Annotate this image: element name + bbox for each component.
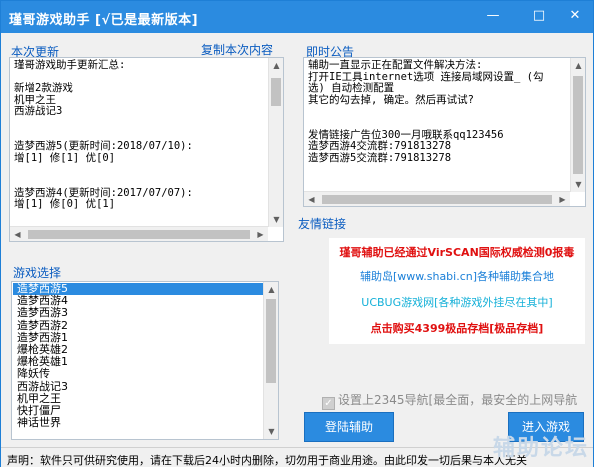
- login-button[interactable]: 登陆辅助: [304, 412, 394, 442]
- status-bar: 声明：软件只可供研究使用，请在下载后24小时内删除，切勿用于商业用途。由此印发一…: [1, 436, 593, 467]
- update-content: 瑾哥游戏助手更新汇总: 新增2款游戏 机甲之王 西游战记3 造梦西游5(更新时间…: [14, 59, 193, 211]
- scroll-down-icon[interactable]: ▼: [269, 212, 283, 227]
- update-textbox[interactable]: 瑾哥游戏助手更新汇总: 新增2款游戏 机甲之王 西游战记3 造梦西游5(更新时间…: [9, 57, 284, 242]
- scroll-left-icon[interactable]: ◀: [304, 192, 319, 206]
- scroll-right-icon[interactable]: ▶: [253, 227, 268, 241]
- scroll-right-icon[interactable]: ▶: [555, 192, 570, 206]
- friend-link-line[interactable]: 辅助岛[www.shabi.cn]各种辅助集合地: [329, 268, 585, 284]
- scroll-thumb[interactable]: [28, 230, 250, 239]
- friend-link-line[interactable]: 瑾哥辅助已经通过VirSCAN国际权威检测0报毒: [329, 244, 585, 260]
- friend-link-line[interactable]: 点击购买4399极品存档[极品存档]: [329, 320, 585, 336]
- title-bar[interactable]: 瑾哥游戏助手 [√已是最新版本] — □ ✕: [1, 1, 593, 33]
- game-list-label: 游戏选择: [13, 266, 62, 280]
- maximize-button[interactable]: □: [525, 1, 553, 33]
- scroll-thumb[interactable]: [573, 76, 583, 174]
- game-list-item[interactable]: 爆枪英雄1: [13, 355, 263, 368]
- game-list-item[interactable]: 造梦西游2: [13, 319, 263, 332]
- update-vscrollbar[interactable]: ▲ ▼: [268, 58, 283, 227]
- game-list-vscrollbar[interactable]: ▲ ▼: [263, 282, 278, 439]
- disclaimer-text: 声明：软件只可供研究使用，请在下载后24小时内删除，切勿用于商业用途。由此印发一…: [7, 454, 527, 467]
- friend-links-box: 瑾哥辅助已经通过VirSCAN国际权威检测0报毒 辅助岛[www.shabi.cn…: [329, 238, 585, 344]
- minimize-button[interactable]: —: [479, 1, 507, 33]
- notice-textbox[interactable]: 辅助一直显示正在配置文件解决方法: 打开IE工具internet选项 连接局域网…: [303, 57, 586, 207]
- game-listbox[interactable]: 造梦西游5 造梦西游4 造梦西游3 造梦西游2 造梦西游1 爆枪英雄2 爆枪英雄1 降妖传 西游…: [11, 281, 279, 440]
- notice-content: 辅助一直显示正在配置文件解决方法: 打开IE工具internet选项 连接局域网…: [308, 59, 544, 164]
- game-list-item[interactable]: 造梦西游3: [13, 307, 263, 319]
- game-list-items: 造梦西游5 造梦西游4 造梦西游3 造梦西游2 造梦西游1 爆枪英雄2 爆枪英雄1 降妖传 西游…: [13, 282, 263, 429]
- game-list-item[interactable]: 西游战记3: [13, 380, 263, 393]
- update-hscrollbar[interactable]: ◀ ▶: [10, 226, 268, 241]
- copy-update-link[interactable]: 复制本次内容: [201, 41, 273, 58]
- scroll-up-icon[interactable]: ▲: [571, 58, 585, 73]
- scroll-thumb[interactable]: [271, 78, 281, 106]
- game-list-item[interactable]: 神话世界: [13, 416, 263, 429]
- scroll-thumb[interactable]: [266, 299, 276, 383]
- scroll-left-icon[interactable]: ◀: [10, 227, 25, 241]
- homepage-checkbox[interactable]: ✓ 设置上2345导航[最全面，最安全的上网导航: [322, 391, 577, 410]
- close-button[interactable]: ✕: [561, 1, 589, 33]
- homepage-checkbox-label: 设置上2345导航[最全面，最安全的上网导航: [338, 393, 578, 407]
- notice-vscrollbar[interactable]: ▲ ▼: [570, 58, 585, 192]
- scroll-down-icon[interactable]: ▼: [571, 177, 585, 192]
- game-list-item[interactable]: 降妖传: [13, 368, 263, 380]
- scroll-down-icon[interactable]: ▼: [264, 424, 278, 439]
- window-title: 瑾哥游戏助手 [√已是最新版本]: [9, 13, 199, 28]
- checkmark-icon[interactable]: ✓: [322, 397, 335, 410]
- scroll-thumb[interactable]: [322, 195, 552, 204]
- app-window: 瑾哥游戏助手 [√已是最新版本] — □ ✕ 本次更新 复制本次内容 瑾哥游戏助…: [0, 0, 594, 467]
- friend-link-line[interactable]: UCBUG游戏网[各种游戏外挂尽在其中]: [329, 294, 585, 310]
- scroll-up-icon[interactable]: ▲: [264, 282, 278, 297]
- friend-links-label: 友情链接: [298, 217, 347, 231]
- scroll-up-icon[interactable]: ▲: [269, 58, 283, 73]
- notice-hscrollbar[interactable]: ◀ ▶: [304, 191, 570, 206]
- watermark-logo: 辅助论坛: [492, 436, 589, 461]
